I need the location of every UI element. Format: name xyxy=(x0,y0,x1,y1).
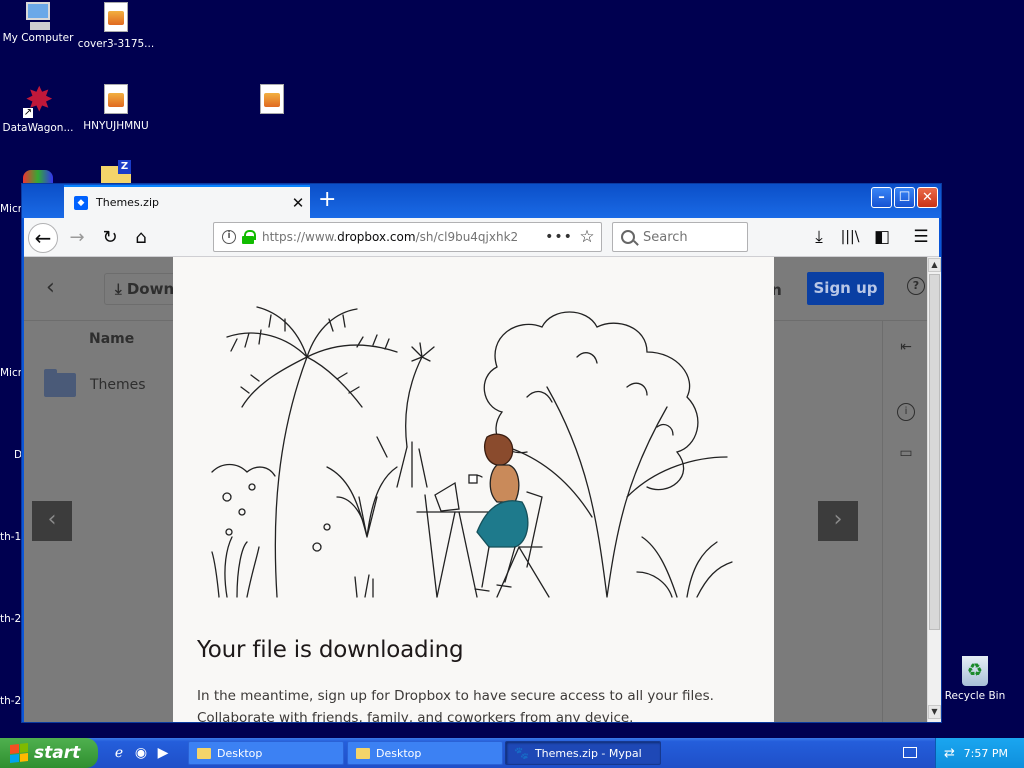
maximize-button[interactable]: ☐ xyxy=(894,187,915,208)
column-header-name[interactable]: Name xyxy=(89,331,134,347)
image-file-icon xyxy=(104,2,128,32)
windows-logo-icon xyxy=(10,743,28,763)
reload-icon: ↻ xyxy=(102,227,118,248)
arrow-right-icon: → xyxy=(69,227,85,248)
vertical-scrollbar[interactable]: ▲ ▼ xyxy=(927,257,941,722)
desktop-icon-datawagon[interactable]: DataWagon... xyxy=(0,80,80,134)
taskbar: start ℯ ◉ ▶ Desktop Desktop 🐾 Themes.zip … xyxy=(0,738,1024,768)
home-icon: ⌂ xyxy=(135,227,147,248)
search-input[interactable]: Search xyxy=(612,222,748,252)
right-side-panel: ⇤ i ▭ xyxy=(882,321,927,722)
app-icon xyxy=(23,170,53,184)
dropbox-favicon-icon: ◆ xyxy=(74,195,88,210)
tab-title: Themes.zip xyxy=(96,196,159,209)
keyboard-icon[interactable] xyxy=(903,747,917,758)
search-placeholder: Search xyxy=(643,229,688,245)
desktop-icon-partial-app[interactable] xyxy=(0,170,80,184)
desktop-icon-cover3[interactable]: cover3-3175... xyxy=(74,2,158,50)
start-button[interactable]: start xyxy=(0,738,98,768)
search-icon xyxy=(621,230,635,244)
scroll-up-arrow-icon[interactable]: ▲ xyxy=(928,258,941,272)
recycle-bin-icon: ♻ xyxy=(962,656,988,686)
desktop-icon-label-cut: th-1 xyxy=(0,531,22,543)
sign-up-button[interactable]: Sign up xyxy=(807,272,884,305)
comment-icon[interactable]: ▭ xyxy=(897,445,915,463)
home-button[interactable]: ⌂ xyxy=(126,223,156,253)
browser-window: ◆ Themes.zip ✕ + – ☐ ✕ ← → ↻ ⌂ i https:/… xyxy=(21,183,942,723)
download-illustration xyxy=(211,306,733,598)
shortcut-app-icon xyxy=(23,80,54,120)
taskbar-button-desktop-2[interactable]: Desktop xyxy=(347,741,503,765)
browser-app-icon: 🐾 xyxy=(514,746,529,760)
minimize-button[interactable]: – xyxy=(871,187,892,208)
desktop-icon-label: My Computer xyxy=(2,32,74,44)
folder-name: Themes xyxy=(90,377,146,393)
computer-icon xyxy=(22,2,54,32)
tab-close-icon[interactable]: ✕ xyxy=(286,194,310,212)
desktop-icon-my-computer[interactable]: My Computer xyxy=(0,2,80,44)
info-icon[interactable]: i xyxy=(222,230,236,244)
desktop-icon-image-file[interactable] xyxy=(230,84,314,114)
taskbar-button-desktop-1[interactable]: Desktop xyxy=(188,741,344,765)
modal-title: Your file is downloading xyxy=(197,637,464,663)
desktop-icon-label-cut: Micr xyxy=(0,203,23,215)
folder-icon xyxy=(356,747,370,759)
file-list-row[interactable]: Themes xyxy=(44,369,146,397)
desktop-icon-label: cover3-3175... xyxy=(77,38,155,50)
menu-hamburger-icon[interactable]: ☰ xyxy=(907,223,935,251)
library-icon[interactable]: |||\ xyxy=(836,223,864,251)
desktop-icon-label: DataWagon... xyxy=(2,122,74,134)
navigation-toolbar: ← → ↻ ⌂ i https://www.dropbox.com/sh/cl9… xyxy=(24,218,939,257)
clock[interactable]: 7:57 PM xyxy=(964,747,1008,760)
download-modal: Your file is downloading In the meantime… xyxy=(173,257,774,722)
lock-icon[interactable] xyxy=(242,230,256,244)
folder-icon xyxy=(197,747,211,759)
image-file-icon xyxy=(104,84,128,114)
forward-button[interactable]: → xyxy=(62,223,92,253)
quick-launch-icon[interactable]: ◉ xyxy=(132,744,150,762)
close-window-button[interactable]: ✕ xyxy=(917,187,938,208)
tab-strip: ◆ Themes.zip ✕ + – ☐ ✕ xyxy=(22,184,941,218)
address-bar[interactable]: i https://www.dropbox.com/sh/cl9bu4qjxhk… xyxy=(213,222,602,252)
info-circle-icon[interactable]: i xyxy=(897,403,915,421)
scroll-down-arrow-icon[interactable]: ▼ xyxy=(928,705,941,719)
folder-icon xyxy=(44,369,76,397)
desktop-icon-label-cut: th-2 xyxy=(0,613,22,625)
internet-explorer-icon[interactable]: ℯ xyxy=(110,744,128,762)
desktop-icon-recycle-bin[interactable]: ♻ Recycle Bin xyxy=(942,656,1008,702)
collapse-panel-icon[interactable]: ⇤ xyxy=(897,339,915,357)
modal-body-text: In the meantime, sign up for Dropbox to … xyxy=(197,688,714,722)
help-icon[interactable]: ? xyxy=(907,277,925,295)
bookmark-star-icon[interactable]: ☆ xyxy=(573,227,601,247)
scrollbar-thumb[interactable] xyxy=(929,274,940,630)
desktop-icon-hnyujhmnu[interactable]: HNYUJHMNU xyxy=(74,84,158,132)
network-icon[interactable]: ⇄ xyxy=(944,746,955,761)
tab-themes-zip[interactable]: ◆ Themes.zip ✕ xyxy=(64,185,310,218)
system-tray: ⇄ 7:57 PM xyxy=(935,738,1024,768)
taskbar-button-mypal[interactable]: 🐾 Themes.zip - Mypal xyxy=(505,741,661,765)
reload-button[interactable]: ↻ xyxy=(95,223,125,253)
downloads-icon[interactable]: ⤓ xyxy=(805,223,833,251)
page-actions-icon[interactable]: ••• xyxy=(545,229,573,245)
page-content: ‹ ⤓ Downlo in Sign up ? Name Themes ⇤ i … xyxy=(24,257,927,722)
back-button[interactable]: ← xyxy=(28,223,58,253)
new-tab-button[interactable]: + xyxy=(318,186,336,214)
chevron-left-icon[interactable]: ‹ xyxy=(46,275,55,300)
desktop-icon-zip-folder[interactable]: Z xyxy=(74,160,158,184)
sidebar-toggle-icon[interactable]: ◧ xyxy=(868,223,896,251)
previous-file-button[interactable]: ‹ xyxy=(32,501,72,541)
desktop-icon-label: Recycle Bin xyxy=(944,690,1006,702)
desktop-icon-label: HNYUJHMNU xyxy=(83,120,149,132)
zip-folder-icon: Z xyxy=(101,160,131,184)
image-file-icon xyxy=(260,84,284,114)
desktop-icon-label-cut: th-2 xyxy=(0,695,22,707)
desktop-icon-label-cut: Micr xyxy=(0,367,23,379)
next-file-button[interactable]: › xyxy=(818,501,858,541)
media-player-icon[interactable]: ▶ xyxy=(154,744,172,762)
arrow-left-icon: ← xyxy=(34,226,52,250)
url-text[interactable]: https://www.dropbox.com/sh/cl9bu4qjxhk2 xyxy=(262,230,545,244)
